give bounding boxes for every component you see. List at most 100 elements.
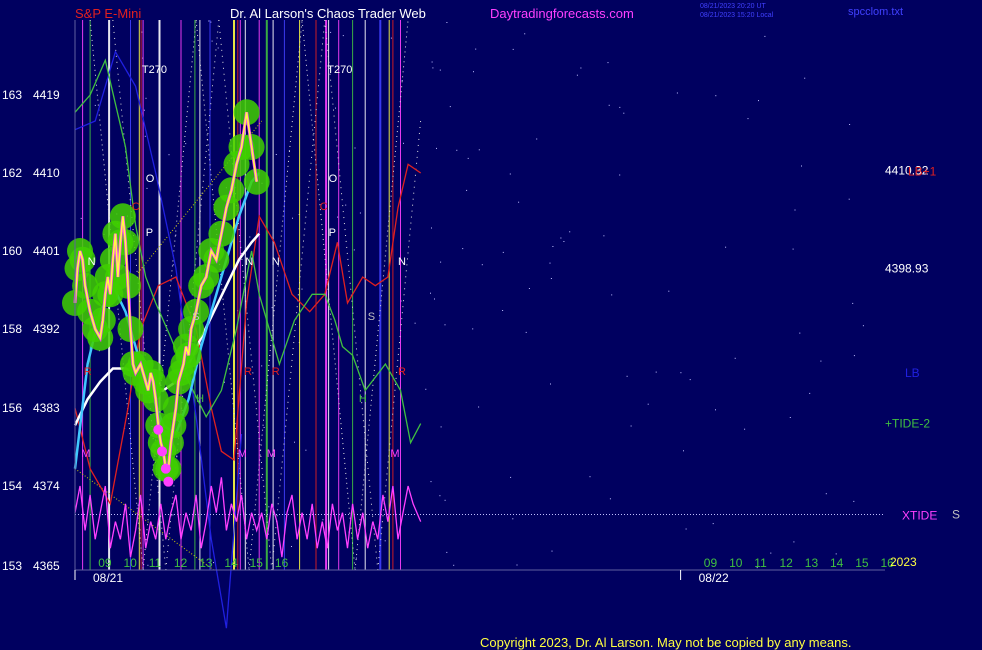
x-hour-label: 13 [199,556,213,570]
star-dot [623,112,625,114]
marker-label: H [359,393,367,405]
star-dot [430,481,432,483]
y-tick-label: 153 [2,559,22,573]
x-hour-label: 10 [124,556,138,570]
star-dot [848,198,850,200]
star-dot [551,550,553,552]
star-dot [849,124,851,125]
marker-label: N [245,256,253,268]
star-dot [453,564,455,566]
star-dot [294,441,295,443]
year-label: 2023 [890,555,917,569]
marker-label: N [88,256,96,268]
star-dot [168,154,170,156]
star-dot [434,298,435,300]
marker-label: R [272,366,280,378]
star-dot [355,557,357,559]
star-dot [353,249,355,251]
star-dot [478,406,480,408]
star-dot [799,332,801,334]
marker-label: R [84,366,92,378]
y-price-label: 4365 [33,559,60,573]
chart-title: Dr. Al Larson's Chaos Trader Web [230,6,426,21]
right-label: 4398.93 [885,261,929,275]
star-dot [185,143,187,145]
timestamp-ut: 08/21/2023 20:20 UT [700,3,766,10]
star-dot [213,562,214,564]
right-label: +TIDE-2 [885,417,930,431]
star-dot [335,107,336,109]
marker-label: M [238,448,247,460]
star-dot [630,425,632,427]
star-dot [322,519,324,521]
star-dot [249,236,251,238]
x-hour-label: 12 [174,556,188,570]
symbol-title: S&P E-Mini [75,6,141,21]
y-price-label: 4392 [33,322,60,336]
x-hour-label: 10 [729,556,743,570]
right-label: LB [905,366,920,380]
marker-label: P [329,227,336,239]
pivot-dot [153,424,164,435]
star-dot [804,77,806,79]
pivot-dot [160,463,171,474]
marker-label: T270 [142,64,167,76]
star-dot [462,248,464,250]
star-dot [536,138,538,140]
star-dot [472,328,474,330]
star-dot [550,383,551,385]
y-price-label: 4410 [33,166,60,180]
star-dot [852,302,854,304]
star-dot [456,149,458,151]
star-dot [449,106,451,108]
star-dot [747,118,749,120]
star-dot [509,173,511,175]
x-hour-label: 09 [98,556,112,570]
marker-label: O [329,173,338,185]
star-dot [384,540,386,542]
x-hour-label: 11 [754,556,767,570]
star-dot [626,375,628,377]
star-dot [354,147,356,149]
star-dot [345,204,347,206]
star-dot [793,541,795,543]
star-dot [478,149,480,151]
star-dot [510,476,512,478]
star-dot [431,61,433,63]
marker-label: R [244,366,252,378]
star-dot [414,322,416,324]
star-dot [440,426,442,428]
star-dot [825,493,827,495]
star-dot [608,104,610,106]
x-hour-label: 12 [780,556,794,570]
pivot-dot [157,446,168,457]
y-tick-label: 160 [2,244,22,258]
star-dot [330,31,332,33]
star-dot [444,324,446,326]
right-label: S [952,507,960,521]
star-dot [430,292,431,294]
star-dot [261,365,263,367]
star-dot [758,100,759,102]
star-dot [619,106,621,108]
y-axis: 163 4419 162 4410 160 4401 158 4392 156 4383 154 43… [2,88,60,573]
star-dot [301,288,303,290]
star-dot [560,237,562,239]
data-file-name: spcclom.txt [848,6,903,18]
marker-label: N [398,256,406,268]
star-dot [359,212,361,214]
star-dot [94,104,96,106]
star-dot [603,235,605,237]
star-dot [425,388,427,390]
star-dot [440,261,442,263]
star-dot [712,523,714,525]
site-link[interactable]: Daytradingforecasts.com [490,6,634,21]
y-price-label: 4374 [33,479,60,493]
star-dot [291,546,292,547]
star-dot [263,427,265,428]
chaos-chart: NCT270OPRMSHNRMNRMCT270OPSHNRM 163 441916… [2,3,960,650]
star-dot [715,95,717,97]
star-dot [680,372,682,374]
star-dot [734,357,736,359]
x-hour-label: 14 [830,556,844,570]
